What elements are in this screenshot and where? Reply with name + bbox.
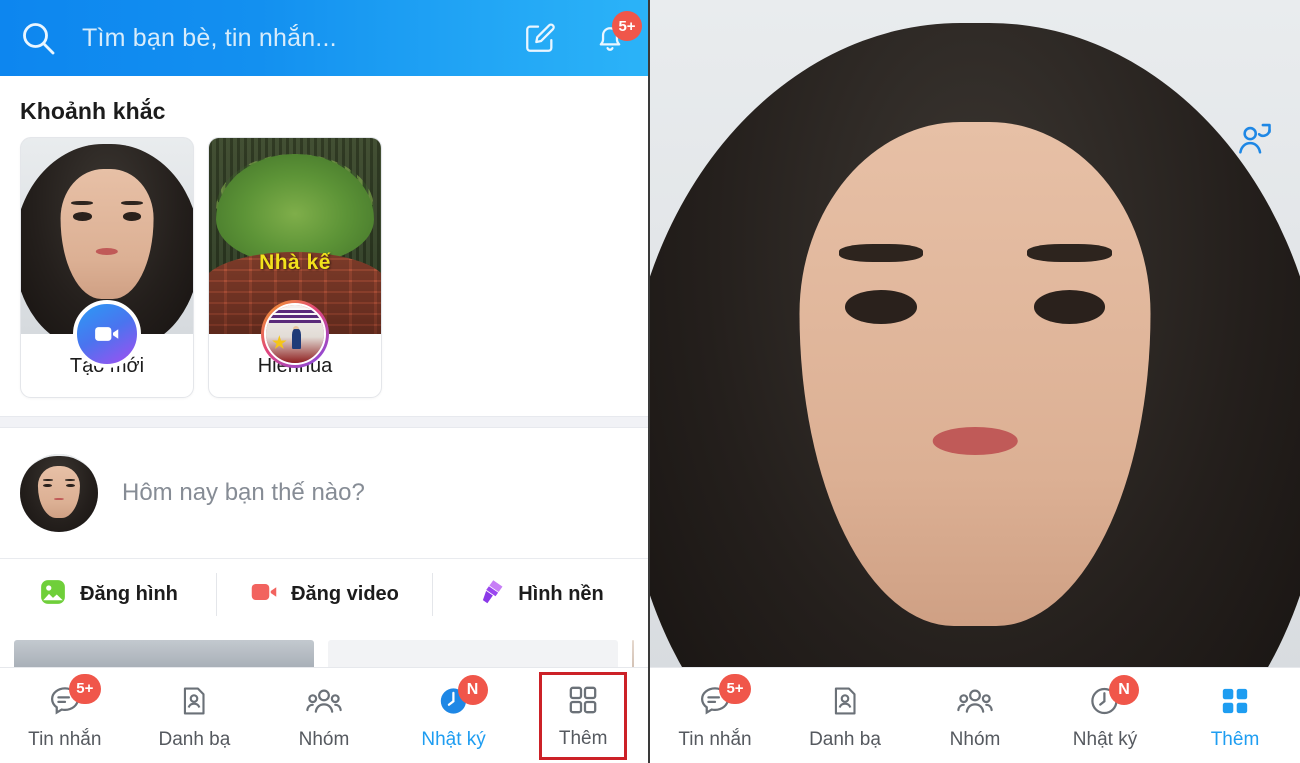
nav-item-messages[interactable]: 5+ Tin nhắn xyxy=(650,668,780,763)
composer-placeholder: Hôm nay bạn thế nào? xyxy=(122,479,365,506)
wallpaper-label: Hình nền xyxy=(518,583,604,605)
nav-label: Tin nhắn xyxy=(678,728,752,750)
nav-label: Nhóm xyxy=(298,728,350,750)
right-bottom-nav: 5+ Tin nhắn Danh bạ Nhóm N Nhật ký Thêm xyxy=(650,667,1300,763)
chat-icon: 5+ xyxy=(697,673,751,721)
grid-icon xyxy=(566,680,600,720)
nav-label: Tin nhắn xyxy=(28,728,102,750)
nav-label: Nhóm xyxy=(949,728,1001,750)
bell-badge: 5+ xyxy=(612,11,642,41)
nav-item-more[interactable]: Thêm xyxy=(518,668,648,763)
moment-card-create[interactable]: Tạo mới xyxy=(20,137,194,398)
left-header-actions: 5+ xyxy=(516,11,642,62)
nav-item-messages[interactable]: 5+ Tin nhắn xyxy=(0,668,130,763)
messages-badge: 5+ xyxy=(68,673,101,704)
right-phone-screen: Tìm bạn bè, tin nhắn... xyxy=(650,0,1300,763)
nav-item-contacts[interactable]: Danh bạ xyxy=(780,668,910,763)
compose-icon[interactable] xyxy=(516,14,564,62)
wallpaper-button[interactable]: Hình nền xyxy=(432,559,648,630)
nav-item-groups[interactable]: Nhóm xyxy=(910,668,1040,763)
post-video-button[interactable]: Đăng video xyxy=(216,559,432,630)
moments-card-list: Tạo mới Nhà kế xyxy=(0,137,648,416)
moments-section-title: Khoảnh khắc xyxy=(20,98,166,124)
nav-item-journal[interactable]: N Nhật ký xyxy=(1040,668,1170,763)
group-icon xyxy=(305,681,343,721)
photo-icon xyxy=(38,577,68,613)
search-input[interactable]: Tìm bạn bè, tin nhắn... xyxy=(58,24,516,53)
post-photo-button[interactable]: Đăng hình xyxy=(0,559,216,630)
section-divider xyxy=(0,416,648,428)
video-icon xyxy=(249,577,279,613)
nav-label: Nhật ký xyxy=(1072,728,1138,750)
dual-screenshot: Tìm bạn bè, tin nhắn... 5+ Khoảnh khắc T… xyxy=(0,0,1300,763)
grid-icon xyxy=(1218,681,1252,721)
nav-label: Danh bạ xyxy=(158,728,231,750)
journal-badge: N xyxy=(1109,674,1139,705)
status-composer[interactable]: Hôm nay bạn thế nào? xyxy=(0,428,648,558)
nav-item-groups[interactable]: Nhóm xyxy=(259,668,389,763)
avatar[interactable] xyxy=(261,300,329,368)
nav-item-journal[interactable]: N Nhật ký xyxy=(389,668,519,763)
left-phone-screen: Tìm bạn bè, tin nhắn... 5+ Khoảnh khắc T… xyxy=(0,0,650,763)
messages-badge: 5+ xyxy=(719,673,751,704)
moment-watermark: Nhà kế xyxy=(259,251,331,275)
avatar[interactable] xyxy=(20,454,98,532)
brush-icon xyxy=(476,577,506,613)
notification-bell-icon[interactable]: 5+ xyxy=(586,11,642,62)
journal-badge: N xyxy=(457,674,488,705)
switch-account-icon[interactable] xyxy=(1230,115,1278,163)
post-video-label: Đăng video xyxy=(291,583,399,605)
search-icon[interactable] xyxy=(18,18,58,58)
avatar[interactable] xyxy=(650,0,1300,763)
chat-icon: 5+ xyxy=(47,673,101,721)
nav-item-contacts[interactable]: Danh bạ xyxy=(130,668,260,763)
clock-icon: N xyxy=(1087,674,1139,721)
nav-label: Nhật ký xyxy=(421,728,486,750)
group-icon xyxy=(956,681,994,721)
nav-more-highlight[interactable]: Thêm xyxy=(538,671,628,760)
contact-card-icon xyxy=(828,681,862,721)
nav-label: Danh bạ xyxy=(809,728,881,750)
left-app-header: Tìm bạn bè, tin nhắn... 5+ xyxy=(0,0,648,76)
contact-card-icon xyxy=(177,681,211,721)
nav-item-more[interactable]: Thêm xyxy=(1170,668,1300,763)
nav-label: Thêm xyxy=(558,727,608,749)
video-camera-icon[interactable] xyxy=(73,300,141,368)
profile-row[interactable]: Nhật Mỹ Trang cá nhân của bạn xyxy=(650,0,1300,763)
composer-actions: Đăng hình Đăng video Hình nền xyxy=(0,558,648,630)
moment-card-story[interactable]: Nhà kế Hienhua xyxy=(208,137,382,398)
search-placeholder: Tìm bạn bè, tin nhắn... xyxy=(82,23,337,52)
nav-label: Thêm xyxy=(1210,728,1260,750)
left-bottom-nav: 5+ Tin nhắn Danh bạ Nhóm N Nhật ký Thêm xyxy=(0,667,648,763)
clock-icon: N xyxy=(436,674,488,721)
post-photo-label: Đăng hình xyxy=(80,583,178,605)
